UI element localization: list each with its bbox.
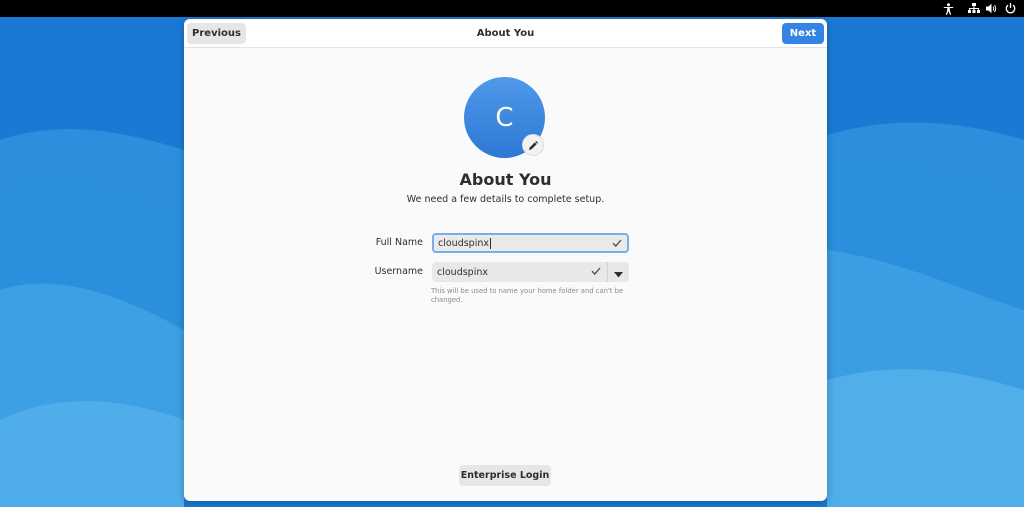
network-wired-icon bbox=[968, 3, 980, 15]
enterprise-login-button[interactable]: Enterprise Login bbox=[459, 465, 551, 486]
volume-icon bbox=[986, 3, 998, 15]
page-subtitle: We need a few details to complete setup. bbox=[406, 194, 605, 205]
username-field[interactable]: cloudspinx bbox=[432, 262, 607, 282]
pencil-icon bbox=[528, 136, 538, 155]
setup-window: About You Previous Next C About You We n… bbox=[184, 19, 827, 501]
window-title: About You bbox=[476, 28, 535, 39]
checkmark-icon bbox=[591, 266, 601, 279]
username-label: Username bbox=[374, 266, 423, 277]
chevron-down-icon bbox=[614, 263, 623, 282]
page-title: About You bbox=[459, 170, 552, 189]
username-dropdown-button[interactable] bbox=[607, 262, 629, 282]
header-bar: About You Previous Next bbox=[184, 19, 827, 48]
accessibility-icon[interactable] bbox=[942, 2, 954, 15]
full-name-label: Full Name bbox=[375, 237, 423, 248]
username-hint: This will be used to name your home fold… bbox=[431, 287, 624, 304]
checkmark-icon bbox=[612, 238, 622, 251]
power-icon bbox=[1004, 3, 1016, 15]
text-cursor bbox=[490, 237, 491, 249]
previous-button[interactable]: Previous bbox=[187, 23, 246, 44]
top-bar bbox=[0, 0, 1024, 17]
username-value: cloudspinx bbox=[437, 266, 488, 278]
full-name-field[interactable]: cloudspinx bbox=[432, 233, 629, 253]
avatar-initial: C bbox=[495, 102, 514, 133]
avatar-edit-button[interactable] bbox=[522, 134, 544, 156]
system-status-group[interactable] bbox=[968, 3, 1016, 15]
full-name-value: cloudspinx bbox=[438, 237, 489, 249]
next-button[interactable]: Next bbox=[782, 23, 824, 44]
